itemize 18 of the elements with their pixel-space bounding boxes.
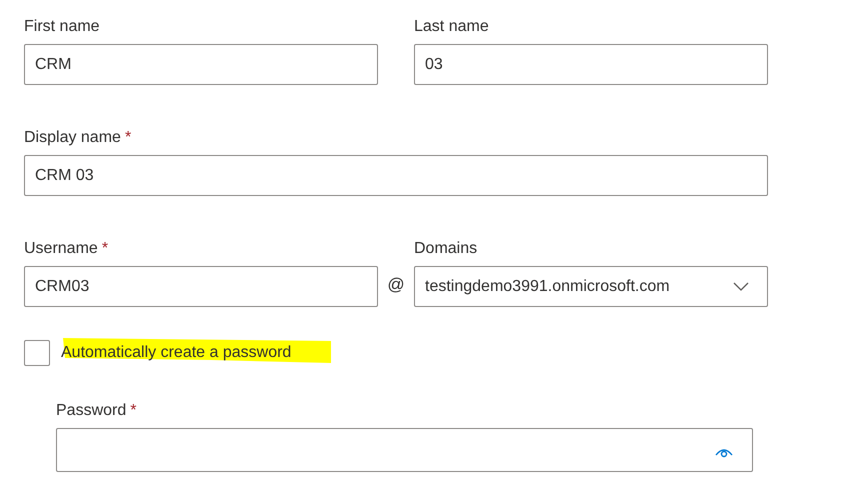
field-label: Display name [24,128,121,148]
at-sign: @ [387,274,405,296]
required-mark: * [130,401,136,421]
input-field[interactable]: CRM [24,44,378,85]
field-label: Last name [414,17,489,37]
required-mark: * [102,239,108,259]
field-label: Domains [414,239,478,259]
input-field[interactable]: 03 [414,44,768,85]
input-field[interactable]: CRM 03 [24,155,768,196]
checkbox[interactable] [24,340,50,366]
chevron-down-icon [733,282,749,292]
required-mark: * [124,128,132,148]
field-label: Username [24,239,98,259]
field-label: Password [56,401,126,421]
input-field[interactable]: CRM03 [24,266,378,307]
password-field[interactable] [56,428,753,472]
domain-dropdown[interactable]: testingdemo3991.onmicrosoft.com [414,266,768,307]
field-label: First name [24,17,100,37]
